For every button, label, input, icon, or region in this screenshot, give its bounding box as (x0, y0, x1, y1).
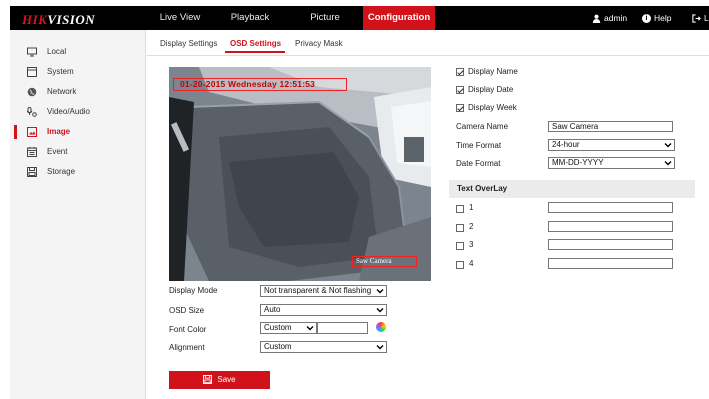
hikvision-logo: HIKVISION (22, 12, 96, 27)
sidebar-item-system[interactable]: System (10, 63, 146, 81)
chevron-down-icon (664, 143, 672, 148)
sidebar-item-event[interactable]: Event (10, 143, 146, 161)
display-mode-select[interactable]: Not transparent & Not flashing (260, 285, 387, 297)
help-icon: i (642, 13, 651, 23)
osd-camera-name-overlay[interactable]: Saw Camera (352, 256, 417, 267)
user-menu[interactable]: admin (592, 6, 627, 30)
date-format-label: Date Format (456, 159, 501, 168)
tab-osd-settings[interactable]: OSD Settings (230, 39, 281, 48)
video-preview[interactable]: 01-20-2015 Wednesday 12:51:53 Saw Camera (169, 67, 431, 281)
sidebar-item-local[interactable]: Local (10, 43, 146, 61)
sidebar-item-label: Storage (47, 167, 76, 176)
alignment-select[interactable]: Custom (260, 341, 387, 353)
chevron-down-icon (376, 289, 384, 294)
save-icon (203, 375, 213, 385)
text-overlay-input-3[interactable] (548, 239, 673, 250)
alignment-value: Custom (264, 342, 292, 351)
help-label: Help (654, 13, 672, 23)
text-overlay-input-2[interactable] (548, 221, 673, 232)
camera-name-input[interactable]: Saw Camera (548, 121, 673, 132)
chevron-down-icon (664, 161, 672, 166)
text-overlay-input-4[interactable] (548, 258, 673, 269)
osd-size-select[interactable]: Auto (260, 304, 387, 316)
sidebar-item-video-audio[interactable]: Video/Audio (10, 103, 146, 121)
font-color-label: Font Color (169, 325, 207, 334)
chevron-down-icon (376, 308, 384, 313)
osd-size-value: Auto (264, 305, 281, 314)
top-nav-bar: HIKVISION Live View Playback Picture Con… (10, 6, 709, 30)
display-mode-value: Not transparent & Not flashing (264, 286, 372, 295)
display-date-checkbox[interactable] (456, 86, 464, 94)
sidebar-item-label: Local (47, 47, 67, 56)
time-format-select[interactable]: 24-hour (548, 139, 675, 151)
text-overlay-num-4: 4 (469, 259, 474, 268)
sidebar-item-storage[interactable]: Storage (10, 163, 146, 181)
save-button[interactable]: Save (169, 371, 270, 389)
text-overlay-num-3: 3 (469, 240, 474, 249)
nav-picture[interactable]: Picture (295, 6, 355, 30)
image-icon (27, 127, 37, 137)
display-name-checkbox[interactable] (456, 68, 464, 76)
display-week-label: Display Week (468, 103, 517, 112)
tab-display-settings[interactable]: Display Settings (160, 39, 217, 48)
sidebar-item-network[interactable]: Network (10, 83, 146, 101)
display-week-checkbox[interactable] (456, 104, 464, 112)
nav-configuration[interactable]: Configuration (363, 6, 435, 30)
time-format-value: 24-hour (552, 140, 580, 149)
user-icon (592, 14, 601, 23)
date-format-value: MM-DD-YYYY (552, 158, 604, 167)
color-picker-icon[interactable] (376, 322, 386, 332)
save-label: Save (217, 375, 236, 384)
font-color-input[interactable] (317, 322, 368, 334)
text-overlay-checkbox-3[interactable] (456, 242, 464, 250)
active-tab-indicator (225, 51, 285, 53)
display-mode-label: Display Mode (169, 286, 218, 295)
time-format-label: Time Format (456, 141, 502, 150)
text-overlay-num-1: 1 (469, 203, 474, 212)
sidebar-item-label: Video/Audio (47, 107, 90, 116)
nav-playback[interactable]: Playback (220, 6, 280, 30)
sidebar-item-image[interactable]: Image (10, 123, 146, 141)
logout-link[interactable]: L (692, 6, 709, 30)
username: admin (604, 13, 628, 23)
text-overlay-checkbox-1[interactable] (456, 205, 464, 213)
chevron-down-icon (306, 326, 314, 331)
sidebar-item-label: Network (47, 87, 77, 96)
camera-scene (169, 67, 431, 281)
chevron-down-icon (376, 345, 384, 350)
display-name-label: Display Name (468, 67, 518, 76)
calendar-icon (27, 147, 37, 157)
text-overlay-input-1[interactable] (548, 202, 673, 213)
font-color-select[interactable]: Custom (260, 322, 317, 334)
text-overlay-checkbox-2[interactable] (456, 224, 464, 232)
help-link[interactable]: i Help (642, 6, 671, 30)
logout-icon (692, 13, 701, 23)
system-icon (27, 67, 37, 77)
text-overlay-header: Text OverLay (449, 180, 695, 198)
display-date-label: Display Date (468, 85, 514, 94)
video-audio-icon (27, 107, 37, 117)
osd-datetime-overlay[interactable]: 01-20-2015 Wednesday 12:51:53 (173, 78, 347, 91)
sidebar-item-label: System (47, 67, 74, 76)
tab-privacy-mask[interactable]: Privacy Mask (295, 39, 343, 48)
monitor-icon (27, 47, 37, 57)
nav-live-view[interactable]: Live View (150, 6, 210, 30)
alignment-label: Alignment (169, 343, 205, 352)
logout-label: L (704, 13, 709, 23)
globe-icon (27, 87, 37, 97)
text-overlay-checkbox-4[interactable] (456, 261, 464, 269)
storage-icon (27, 167, 37, 177)
sidebar-item-label: Image (47, 127, 71, 136)
sidebar-item-label: Event (47, 147, 68, 156)
sidebar: Local System Network Video/Audio Image E… (10, 30, 146, 399)
osd-size-label: OSD Size (169, 306, 205, 315)
camera-name-label: Camera Name (456, 122, 509, 131)
font-color-value: Custom (264, 323, 292, 332)
text-overlay-num-2: 2 (469, 222, 474, 231)
date-format-select[interactable]: MM-DD-YYYY (548, 157, 675, 169)
